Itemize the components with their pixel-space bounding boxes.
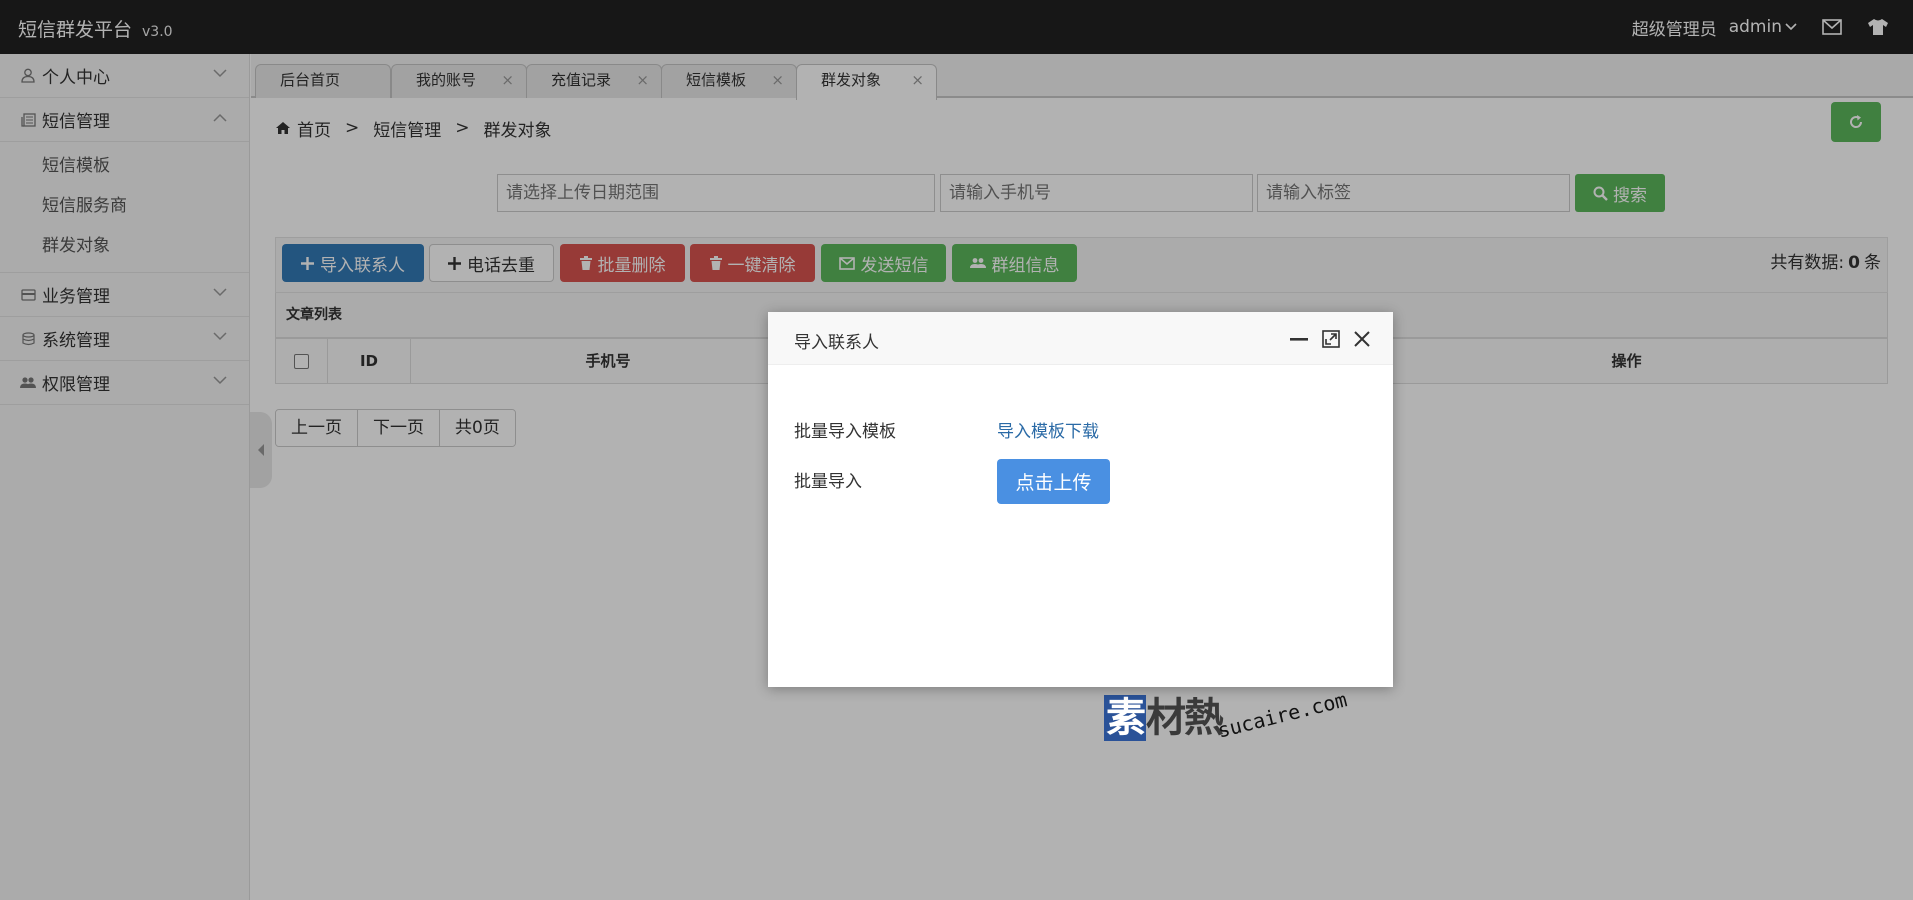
import-label: 批量导入 (794, 472, 862, 492)
import-contacts-modal: 导入联系人 批量导入模板 导入模板下载 批量导入 点击上传 (768, 312, 1393, 687)
watermark-rest: 材熱 (1146, 695, 1224, 741)
minimize-icon[interactable] (1288, 328, 1310, 350)
close-icon[interactable] (1351, 328, 1373, 350)
template-label: 批量导入模板 (794, 422, 896, 442)
modal-title: 导入联系人 (794, 333, 879, 353)
watermark-logo: 素材熱 sucaire.com (1104, 685, 1364, 775)
template-download-link[interactable]: 导入模板下载 (997, 417, 1099, 442)
watermark-first-char: 素 (1104, 695, 1146, 741)
watermark-domain: sucaire.com (1215, 687, 1350, 743)
watermark-text: 素材熱 (1104, 685, 1224, 743)
upload-button[interactable]: 点击上传 (997, 459, 1110, 504)
modal-header: 导入联系人 (768, 312, 1393, 365)
maximize-icon[interactable] (1320, 328, 1342, 350)
